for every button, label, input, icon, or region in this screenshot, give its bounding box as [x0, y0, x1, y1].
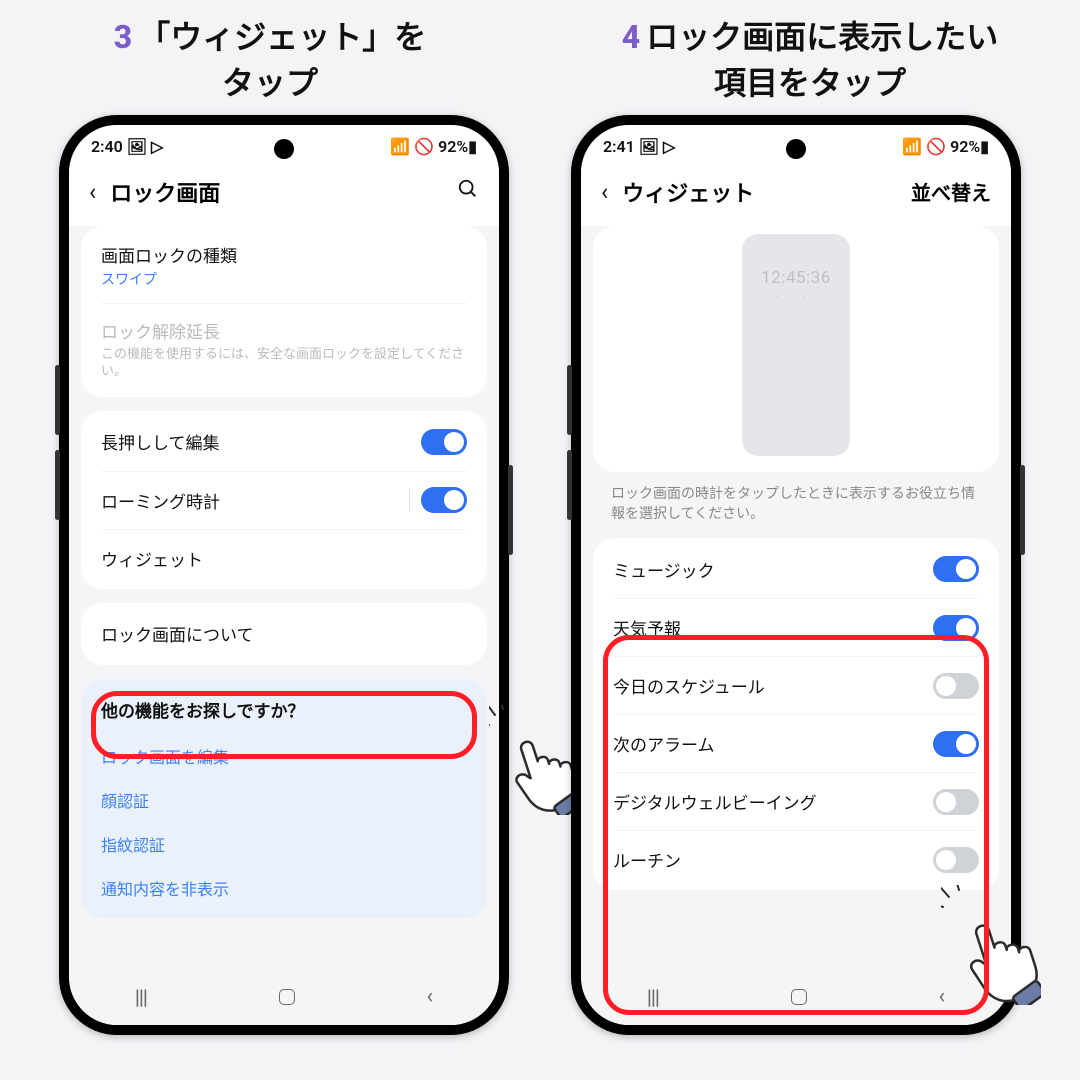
camera-hole [786, 139, 806, 159]
widget-preview: 12:45:36 · · · · · [593, 226, 999, 472]
toggle-item-schedule[interactable]: 今日のスケジュール [613, 656, 979, 714]
phone-left: 2:40 🖼 ▷ 📶 🚫 92%▮ ‹ ロック画面 画面 [59, 115, 509, 1035]
nav-home-icon[interactable] [791, 989, 807, 1005]
setting-value: スワイプ [101, 269, 467, 289]
tap-hand-icon [489, 705, 581, 815]
setting-long-press[interactable]: 長押しして編集 [101, 413, 467, 471]
setting-title: ローミング時計 [101, 488, 421, 513]
card-other-features: 他の機能をお探しですか？ ロック画面を編集 顔認証 指紋認証 通知内容を非表示 [81, 679, 487, 918]
nav-bar: ||| ‹ [581, 969, 1011, 1025]
item-label: デジタルウェルビーイング [613, 789, 933, 814]
step-text-l1: ロック画面に表示したい [646, 18, 998, 56]
setting-roaming-clock[interactable]: ローミング時計 [101, 471, 467, 529]
toggle-roaming-clock[interactable] [421, 487, 467, 513]
toggle-long-press[interactable] [421, 429, 467, 455]
status-icons-left: 🖼 ▷ [639, 137, 676, 156]
setting-title: ロック画面について [101, 621, 467, 646]
page-title: ロック画面 [110, 176, 457, 208]
phone-right: 2:41 🖼 ▷ 📶 🚫 92%▮ ‹ ウィジェット 並べ替え 12:45:36… [571, 115, 1021, 1035]
nav-recent-icon[interactable]: ||| [647, 985, 659, 1009]
card-widget-toggles: ミュージック 天気予報 今日のスケジュール 次のアラーム [593, 538, 999, 890]
card-widget-settings: 長押しして編集 ローミング時計 ウィジェット [81, 411, 487, 589]
toggle-item-next-alarm[interactable]: 次のアラーム [613, 714, 979, 772]
status-icons-right: 📶 🚫 92%▮ [390, 137, 477, 156]
nav-back-icon[interactable]: ‹ [938, 984, 945, 1009]
toggle-wellbeing[interactable] [933, 789, 979, 815]
page-title: ウィジェット [622, 176, 911, 208]
setting-title: ウィジェット [101, 546, 467, 571]
preview-time: 12:45:36 [761, 268, 831, 288]
toggle-routine[interactable] [933, 847, 979, 873]
setting-extend-unlock: ロック解除延長 この機能を使用するには、安全な画面ロックを設定してください。 [101, 303, 467, 395]
status-icons-right: 📶 🚫 92%▮ [902, 137, 989, 156]
item-label: 次のアラーム [613, 731, 933, 756]
setting-widgets[interactable]: ウィジェット [101, 529, 467, 587]
app-bar: ‹ ウィジェット 並べ替え [581, 162, 1011, 226]
back-icon[interactable]: ‹ [601, 178, 608, 206]
setting-title: 画面ロックの種類 [101, 242, 467, 267]
helper-text: ロック画面の時計をタップしたときに表示するお役立ち情報を選択してください。 [593, 480, 999, 539]
item-label: ミュージック [613, 557, 933, 582]
toggle-schedule[interactable] [933, 673, 979, 699]
status-time: 2:41 [603, 137, 635, 156]
setting-hint: この機能を使用するには、安全な画面ロックを設定してください。 [101, 346, 467, 381]
search-icon[interactable] [457, 178, 479, 205]
status-time: 2:40 [91, 137, 123, 156]
reorder-button[interactable]: 並べ替え [911, 177, 991, 206]
preview-mock-phone: 12:45:36 · · · · · [742, 234, 850, 456]
link-edit-lock-screen[interactable]: ロック画面を編集 [101, 734, 467, 778]
link-face-auth[interactable]: 顔認証 [101, 778, 467, 822]
camera-hole [274, 139, 294, 159]
toggle-item-weather[interactable]: 天気予報 [613, 598, 979, 656]
toggle-item-music[interactable]: ミュージック [613, 540, 979, 598]
step-number: 3 [114, 18, 132, 56]
preview-dots: · · · · · [776, 292, 817, 303]
toggle-item-wellbeing[interactable]: デジタルウェルビーイング [613, 772, 979, 830]
other-title: 他の機能をお探しですか？ [101, 697, 467, 722]
link-hide-notifications[interactable]: 通知内容を非表示 [101, 866, 467, 910]
toggle-item-routine[interactable]: ルーチン [613, 830, 979, 888]
instruction-3: 3「ウィジェット」を タップ [0, 14, 540, 107]
back-icon[interactable]: ‹ [89, 178, 96, 206]
toggle-weather[interactable] [933, 615, 979, 641]
nav-home-icon[interactable] [279, 989, 295, 1005]
nav-bar: ||| ‹ [69, 969, 499, 1025]
toggle-music[interactable] [933, 556, 979, 582]
card-lock-type: 画面ロックの種類 スワイプ ロック解除延長 この機能を使用するには、安全な画面ロ… [81, 226, 487, 397]
step-text-l2: 項目をタップ [714, 64, 906, 102]
nav-back-icon[interactable]: ‹ [426, 984, 433, 1009]
step-text-l2: タップ [222, 64, 318, 102]
card-about: ロック画面について [81, 603, 487, 665]
setting-about[interactable]: ロック画面について [101, 605, 467, 663]
item-label: ルーチン [613, 847, 933, 872]
setting-lock-type[interactable]: 画面ロックの種類 スワイプ [101, 228, 467, 303]
link-fingerprint-auth[interactable]: 指紋認証 [101, 822, 467, 866]
nav-recent-icon[interactable]: ||| [135, 985, 147, 1009]
toggle-next-alarm[interactable] [933, 731, 979, 757]
item-label: 天気予報 [613, 615, 933, 640]
instruction-4: 4ロック画面に表示したい 項目をタップ [540, 14, 1080, 107]
app-bar: ‹ ロック画面 [69, 162, 499, 226]
step-text-l1: 「ウィジェット」を [138, 18, 426, 56]
status-icons-left: 🖼 ▷ [127, 137, 164, 156]
setting-title: ロック解除延長 [101, 318, 467, 343]
item-label: 今日のスケジュール [613, 673, 933, 698]
setting-title: 長押しして編集 [101, 429, 421, 454]
step-number: 4 [622, 18, 640, 56]
